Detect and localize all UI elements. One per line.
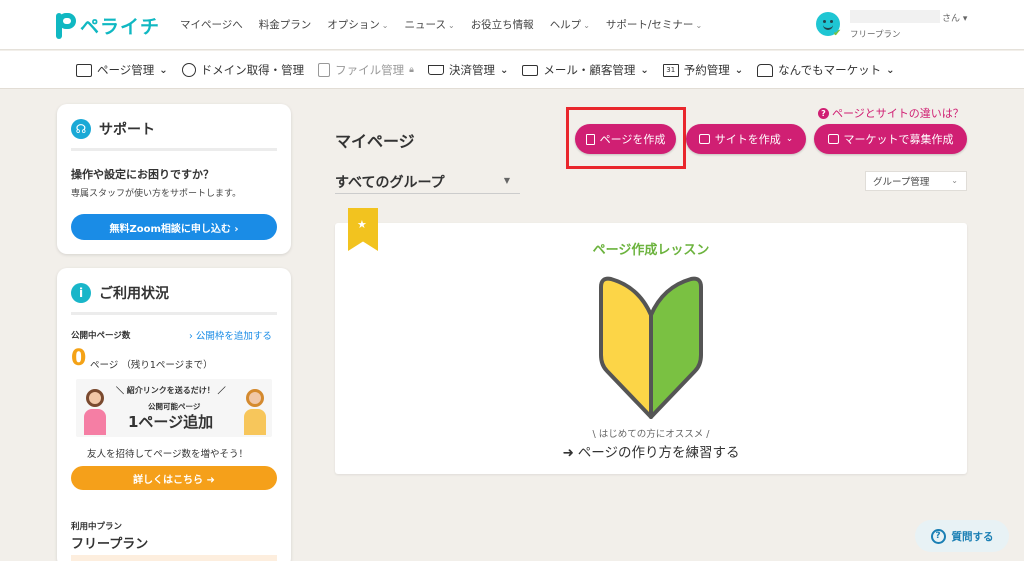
shop-icon — [757, 63, 774, 77]
group-manage-select[interactable]: グループ管理 ⌄ — [865, 171, 967, 191]
globe-icon — [181, 63, 196, 77]
chevron-down-icon: ⌄ — [785, 134, 794, 144]
question-icon: ? — [818, 107, 829, 119]
mail-icon — [522, 64, 539, 76]
page-list-icon — [76, 63, 92, 77]
group-select[interactable]: すべてのグループ ▼ — [335, 168, 520, 194]
subnav-file-management[interactable]: ファイル管理 🔒︎ — [318, 62, 414, 78]
top-nav-options[interactable]: オプション ⌄ — [327, 17, 388, 32]
top-nav-news[interactable]: ニュース ⌄ — [405, 17, 455, 32]
top-nav-support[interactable]: サポート/セミナー ⌄ — [606, 17, 702, 32]
logo[interactable]: ペライチ — [56, 12, 160, 39]
ask-question-button[interactable]: ? 質問する — [915, 520, 1009, 552]
woman-illustration-icon — [82, 385, 108, 435]
zoom-consult-button[interactable]: 無料Zoom相談に申し込む › — [71, 214, 277, 240]
support-description: 専属スタッフが使い方をサポートします。 — [71, 189, 242, 199]
top-nav: マイページへ 料金プラン オプション ⌄ ニュース ⌄ お役立ち情報 ヘルプ ⌄ サポ… — [180, 17, 702, 32]
lesson-note: \ はじめての方にオススメ / — [592, 429, 710, 440]
plan-label: 利用中プラン — [71, 522, 123, 532]
support-card: ☊ サポート 操作や設定にお困りですか？ 専属スタッフが使い方をサポートします。… — [57, 104, 291, 254]
divider — [71, 148, 277, 151]
site-icon — [698, 134, 710, 144]
cart-icon — [427, 65, 444, 75]
top-nav-pricing[interactable]: 料金プラン — [259, 17, 312, 32]
top-header: ペライチ マイページへ 料金プラン オプション ⌄ ニュース ⌄ お役立ち情報 ヘル… — [0, 0, 1024, 50]
lesson-title: ページ作成レッスン — [592, 243, 710, 258]
subnav-reservation[interactable]: 31 予約管理 ⌄ — [662, 62, 744, 78]
sub-nav: ページ管理 ⌄ ドメイン取得・管理 ファイル管理 🔒︎ 決済管理 ⌄ メール・顧客管理… — [0, 51, 1024, 89]
promo-big-text: 1ページ追加 — [128, 413, 214, 431]
top-nav-mypage[interactable]: マイページへ — [180, 17, 243, 32]
chevron-down-icon: ⌄ — [447, 21, 455, 30]
user-honorific: さん ▾ — [942, 14, 968, 24]
arrow-right-icon: ➜ — [206, 474, 215, 486]
published-count: 0 — [71, 346, 87, 371]
chevron-down-icon: ⌄ — [640, 64, 649, 76]
chevron-down-icon: ⌄ — [695, 21, 703, 30]
headset-icon: ☊ — [71, 119, 91, 139]
divider — [71, 312, 277, 315]
chevron-down-icon: ⌄ — [159, 64, 168, 76]
top-nav-tips[interactable]: お役立ち情報 — [471, 17, 534, 32]
user-name-redacted — [850, 10, 940, 23]
subnav-domain[interactable]: ドメイン取得・管理 — [181, 62, 304, 78]
info-icon: i — [71, 283, 91, 303]
chevron-down-icon: ⌄ — [734, 64, 744, 76]
file-icon — [318, 63, 331, 77]
arrow-right-icon: ➜ — [562, 445, 574, 461]
check-icon: ✔ — [833, 28, 842, 39]
logo-mark-icon — [56, 12, 76, 39]
chevron-down-icon: ⌄ — [381, 21, 389, 30]
referral-banner[interactable]: ＼ 紹介リンクを送るだけ！ ／ 公開可能ページ 1ページ追加 — [76, 379, 272, 437]
document-icon — [585, 133, 595, 145]
create-site-button[interactable]: サイトを作成 ⌄ — [686, 124, 806, 154]
subnav-mail-customer[interactable]: メール・顧客管理 ⌄ — [522, 62, 649, 78]
shop-icon — [827, 134, 839, 144]
create-page-button[interactable]: ページを作成 — [575, 124, 676, 154]
promo-top-text: ＼ 紹介リンクを送るだけ！ ／ — [116, 386, 226, 395]
chevron-down-icon: ⌄ — [499, 64, 509, 76]
practice-link[interactable]: ➜ ページの作り方を練習する — [335, 441, 967, 461]
avatar: ✔ — [816, 12, 842, 39]
lesson-card[interactable]: ★ ページ作成レッスン \ はじめての方にオススメ / ➜ ページの作り方を練習す… — [335, 208, 967, 474]
details-button[interactable]: 詳しくはこちら ➜ — [71, 466, 277, 490]
user-plan: フリープラン — [850, 30, 901, 40]
user-menu[interactable]: ✔ さん ▾ フリープラン — [816, 10, 976, 42]
plan-value: フリープラン — [71, 537, 149, 552]
support-title: ☊ サポート — [71, 119, 155, 139]
top-nav-help[interactable]: ヘルプ ⌄ — [550, 17, 590, 32]
question-icon: ? — [930, 528, 946, 544]
chevron-down-icon: ⌄ — [951, 176, 958, 185]
subnav-payment[interactable]: 決済管理 ⌄ — [427, 62, 509, 78]
add-slot-link[interactable]: › 公開枠を追加する — [189, 328, 272, 342]
usage-card: i ご利用状況 公開中ページ数 › 公開枠を追加する 0 ページ （残り1ページ… — [57, 268, 291, 561]
lock-icon: 🔒︎ — [409, 65, 414, 75]
page-title: マイページ — [335, 132, 415, 151]
invite-text: 友人を招待してページ数を増やそう！ — [87, 449, 249, 460]
chevron-right-icon: › — [234, 223, 239, 235]
published-pages-label: 公開中ページ数 — [71, 331, 131, 341]
subnav-page-management[interactable]: ページ管理 ⌄ — [76, 62, 168, 78]
page-site-diff-link[interactable]: ? ページとサイトの違いは？ — [818, 105, 964, 121]
subnav-market[interactable]: なんでもマーケット ⌄ — [757, 62, 894, 78]
beginner-mark-icon — [599, 276, 703, 419]
woman-laptop-illustration-icon — [242, 385, 268, 435]
chevron-down-icon: ⌄ — [583, 21, 590, 30]
calendar-icon: 31 — [662, 63, 679, 77]
usage-title: i ご利用状況 — [71, 283, 169, 303]
published-count-text: ページ （残り1ページまで） — [90, 360, 213, 371]
market-recruit-button[interactable]: マーケットで募集作成 — [814, 124, 967, 154]
caret-down-icon: ▼ — [503, 176, 510, 185]
chevron-down-icon: ⌄ — [886, 64, 895, 76]
logo-text: ペライチ — [80, 16, 161, 38]
plan-strip — [71, 555, 277, 561]
support-heading: 操作や設定にお困りですか？ — [71, 168, 214, 181]
